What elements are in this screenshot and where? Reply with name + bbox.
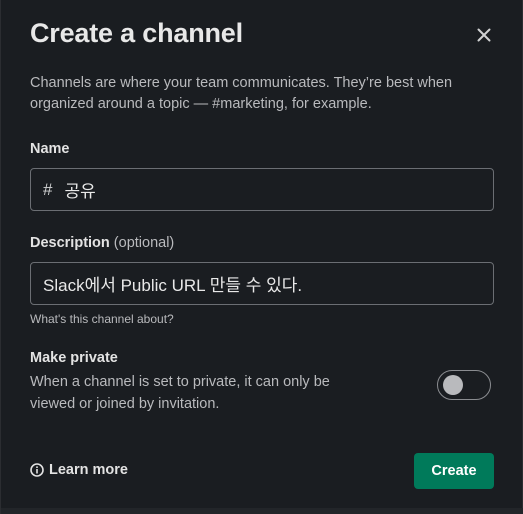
bottom-edge — [1, 508, 523, 514]
name-label: Name — [30, 141, 70, 157]
private-toggle[interactable] — [437, 370, 491, 400]
description-input[interactable]: Slack에서 Public URL 만들 수 있다. — [30, 262, 494, 305]
learn-more-label: Learn more — [49, 462, 128, 478]
name-input[interactable]: # 공유 — [30, 168, 494, 211]
private-label: Make private — [30, 350, 118, 366]
hash-icon: # — [43, 179, 53, 199]
description-hint: What's this channel about? — [30, 312, 174, 326]
close-button[interactable] — [471, 22, 497, 48]
dialog-intro: Channels are where your team communicate… — [30, 75, 453, 112]
info-icon — [30, 463, 44, 477]
private-description: When a channel is set to private, it can… — [30, 374, 330, 412]
description-label-text: Description — [30, 235, 110, 251]
optional-tag: (optional) — [113, 235, 175, 251]
description-label: Description (optional) — [30, 235, 174, 251]
close-icon — [477, 28, 491, 42]
toggle-knob — [443, 375, 463, 395]
create-button[interactable]: Create — [414, 453, 494, 489]
learn-more-link[interactable]: Learn more — [30, 462, 128, 478]
dialog-title: Create a channel — [30, 18, 243, 48]
create-channel-dialog: Create a channel Channels are where your… — [0, 0, 523, 514]
description-value: Slack에서 Public URL 만들 수 있다. — [43, 276, 303, 295]
name-value: 공유 — [64, 182, 96, 201]
